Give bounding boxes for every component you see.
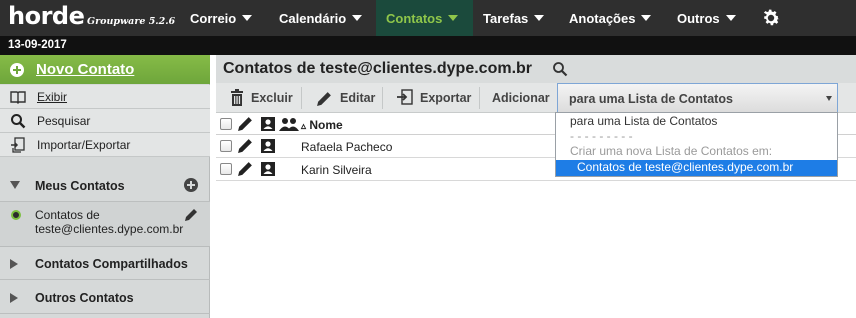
nav-label: Contatos bbox=[386, 10, 443, 26]
toolbar-divider bbox=[382, 87, 383, 109]
delete-button[interactable]: Excluir bbox=[230, 83, 293, 113]
main-header: Contatos de teste@clientes.dype.com.br bbox=[216, 55, 856, 83]
sidebar-item-label: Importar/Exportar bbox=[37, 138, 131, 152]
chevron-down-icon bbox=[534, 15, 545, 21]
nav-tarefas[interactable]: Tarefas bbox=[473, 0, 559, 36]
pencil-icon[interactable] bbox=[183, 207, 199, 223]
toolbar-divider bbox=[301, 87, 302, 109]
nav-label: Correio bbox=[190, 10, 237, 26]
chevron-down-icon bbox=[448, 15, 459, 21]
name-column-header[interactable]: ▵ Nome bbox=[301, 118, 343, 132]
pencil-icon bbox=[238, 117, 252, 131]
new-contact-label: Novo Contato bbox=[36, 61, 135, 78]
sidebar-item-label: Pesquisar bbox=[37, 114, 91, 128]
search-icon[interactable] bbox=[552, 61, 568, 77]
sidebar-item-label: Exibir bbox=[37, 90, 68, 104]
edit-label: Editar bbox=[340, 91, 376, 105]
row-checkbox[interactable] bbox=[220, 140, 232, 152]
main-panel: Contatos de teste@clientes.dype.com.br E… bbox=[216, 55, 856, 318]
export-icon bbox=[397, 89, 413, 105]
section-label: Contatos Compartilhados bbox=[35, 257, 188, 271]
sort-ascending-icon: ▵ bbox=[301, 121, 307, 132]
nav-calendario[interactable]: Calendário bbox=[269, 0, 375, 36]
column-label: Nome bbox=[309, 118, 343, 132]
nav-anotacoes[interactable]: Anotações bbox=[559, 0, 667, 36]
nav-contatos[interactable]: Contatos bbox=[376, 0, 473, 36]
nav-label: Anotações bbox=[569, 10, 636, 26]
section-contatos-compartilhados[interactable]: Contatos Compartilhados bbox=[0, 248, 210, 280]
radio-selected-icon[interactable] bbox=[11, 210, 21, 220]
edit-button[interactable]: Editar bbox=[316, 83, 375, 113]
section-meus-contatos[interactable]: Meus Contatos bbox=[0, 170, 210, 202]
pencil-icon[interactable] bbox=[237, 160, 254, 177]
row-checkbox[interactable] bbox=[220, 163, 232, 175]
address-book-name: Contatos de teste@clientes.dype.com.br bbox=[35, 208, 184, 236]
dropdown-option-selected[interactable]: Contatos de teste@clientes.dype.com.br bbox=[556, 160, 837, 176]
select-value: para uma Lista de Contatos bbox=[569, 92, 733, 106]
date-bar: 13-09-2017 bbox=[0, 36, 856, 55]
export-button[interactable]: Exportar bbox=[397, 83, 471, 113]
sidebar-item-importar-exportar[interactable]: Importar/Exportar bbox=[0, 133, 210, 157]
gear-icon[interactable] bbox=[760, 7, 782, 29]
group-icon bbox=[279, 118, 299, 131]
chevron-down-icon bbox=[242, 15, 253, 21]
add-circle-icon bbox=[10, 63, 24, 77]
import-export-icon bbox=[11, 137, 25, 153]
chevron-down-icon bbox=[826, 96, 832, 101]
toolbar-divider bbox=[479, 87, 480, 109]
nav-label: Calendário bbox=[279, 10, 347, 26]
chevron-down-icon bbox=[641, 15, 652, 21]
add-label: Adicionar bbox=[492, 91, 550, 105]
sidebar-item-exibir[interactable]: Exibir bbox=[0, 85, 210, 109]
contact-name[interactable]: Karin Silveira bbox=[301, 163, 372, 177]
current-date: 13-09-2017 bbox=[8, 39, 67, 51]
chevron-down-icon bbox=[725, 15, 736, 21]
contact-list-dropdown: para uma Lista de Contatos - - - - - - -… bbox=[555, 112, 838, 177]
contact-name[interactable]: Rafaela Pacheco bbox=[301, 140, 392, 154]
export-label: Exportar bbox=[420, 91, 472, 105]
contact-card-icon[interactable] bbox=[260, 138, 276, 154]
nav-correio[interactable]: Correio bbox=[180, 0, 269, 36]
delete-label: Excluir bbox=[251, 91, 293, 105]
dropdown-option[interactable]: para uma Lista de Contatos bbox=[556, 114, 837, 129]
top-navigation-bar: horde Groupware 5.2.6 Correio Calendário… bbox=[0, 0, 856, 36]
new-contact-button[interactable]: Novo Contato bbox=[0, 55, 210, 84]
expand-arrow-icon bbox=[10, 293, 18, 303]
contact-list-select[interactable]: para uma Lista de Contatos bbox=[557, 83, 838, 113]
sidebar: Novo Contato Exibir Pesquisar Importar/E… bbox=[0, 55, 210, 318]
search-icon bbox=[11, 114, 26, 129]
product-version: Groupware 5.2.6 bbox=[87, 16, 176, 27]
section-outros-contatos[interactable]: Outros Contatos bbox=[0, 282, 210, 314]
contact-card-icon[interactable] bbox=[260, 161, 276, 177]
chevron-down-icon bbox=[352, 15, 363, 21]
sidebar-item-pesquisar[interactable]: Pesquisar bbox=[0, 109, 210, 133]
page-title: Contatos de teste@clientes.dype.com.br bbox=[223, 60, 533, 77]
nav-label: Outros bbox=[677, 10, 720, 26]
select-all-checkbox[interactable] bbox=[220, 118, 232, 130]
horde-logo[interactable]: horde bbox=[8, 2, 85, 30]
nav-label: Tarefas bbox=[483, 10, 529, 26]
add-address-book-icon[interactable] bbox=[184, 178, 198, 192]
contact-card-icon bbox=[261, 117, 275, 131]
dropdown-group-label: Criar uma nova Lista de Contatos em: bbox=[570, 144, 773, 158]
dropdown-separator: - - - - - - - - - bbox=[570, 129, 633, 143]
pencil-icon bbox=[317, 91, 331, 106]
address-book-item[interactable]: Contatos de teste@clientes.dype.com.br bbox=[0, 202, 210, 247]
book-icon bbox=[10, 91, 26, 104]
pencil-icon[interactable] bbox=[237, 137, 254, 154]
collapse-arrow-icon bbox=[10, 181, 20, 189]
trash-icon bbox=[231, 89, 243, 106]
expand-arrow-icon bbox=[10, 259, 18, 269]
add-to-list-button[interactable]: Adicionar bbox=[492, 83, 550, 113]
section-label: Meus Contatos bbox=[35, 179, 125, 193]
section-label: Outros Contatos bbox=[35, 291, 134, 305]
nav-outros[interactable]: Outros bbox=[667, 0, 747, 36]
